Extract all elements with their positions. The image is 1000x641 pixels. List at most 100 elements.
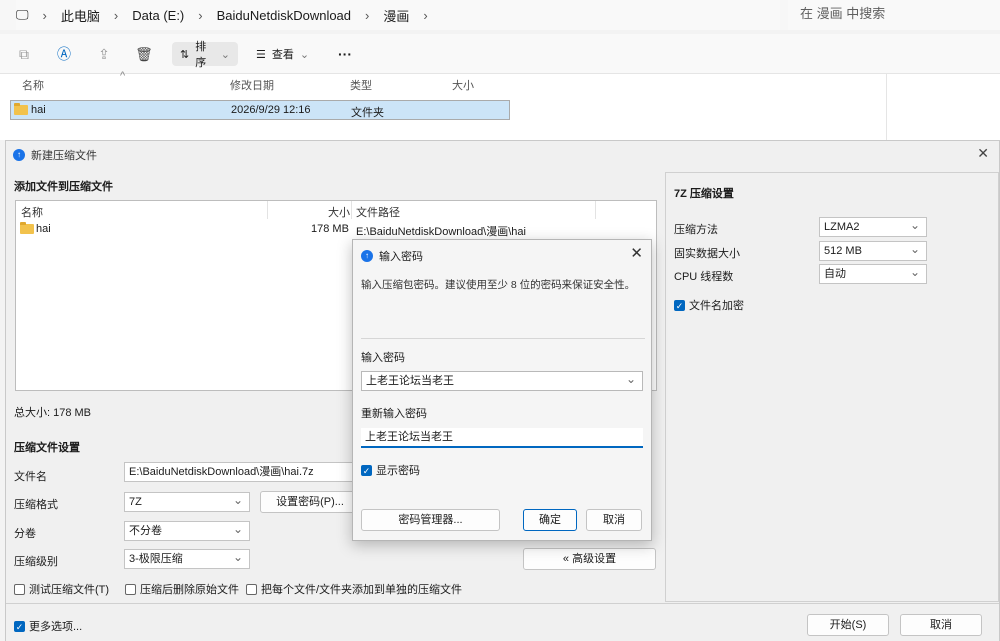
start-button[interactable]: 开始(S)	[807, 614, 889, 636]
explorer-toolbar: ⧉ Ⓐ ⇪ 🗑 ⇅ 排序 ⌄ ☰ 查看 ⌄ ···	[0, 34, 1000, 74]
method-label: 压缩方法	[674, 224, 718, 236]
view-label: 查看	[271, 49, 294, 61]
password-manager-button[interactable]: 密码管理器...	[361, 509, 500, 531]
solid-size-select[interactable]: 512 MB	[819, 240, 927, 261]
column-type[interactable]: 类型	[350, 77, 372, 93]
copy-icon[interactable]: ⧉	[14, 44, 34, 64]
cancel-button[interactable]: 取消	[586, 509, 642, 531]
ok-button[interactable]: 确定	[523, 509, 577, 531]
threads-select[interactable]: 自动	[819, 263, 927, 284]
breadcrumb-item-current[interactable]: 漫画	[383, 6, 409, 25]
more-options-checkbox[interactable]: ✓ 更多选项...	[14, 618, 82, 634]
filename-input[interactable]: E:\BaiduNetdiskDownload\漫画\hai.7z	[124, 462, 364, 482]
level-select[interactable]: 3-极限压缩	[124, 548, 250, 569]
reenter-password-input[interactable]: 上老王论坛当老王	[361, 428, 643, 448]
checkbox-label: 压缩后删除原始文件	[140, 584, 239, 596]
column-modified[interactable]: 修改日期	[230, 77, 274, 93]
item-modified: 2026/9/29 12:16	[231, 104, 311, 116]
breadcrumb-item-drive[interactable]: Data (E:)	[132, 8, 184, 23]
folder-icon	[20, 222, 34, 235]
view-icon: ☰	[256, 48, 266, 61]
details-pane	[886, 74, 1000, 140]
password-hint: 输入压缩包密码。建议使用至少 8 位的密码来保证安全性。	[361, 279, 636, 291]
total-size: 总大小: 178 MB	[14, 407, 92, 419]
file-column-name[interactable]: 名称	[21, 204, 43, 220]
method-select[interactable]: LZMA2	[819, 216, 927, 237]
rename-icon[interactable]: Ⓐ	[54, 44, 74, 64]
view-button[interactable]: ☰ 查看 ⌄	[248, 42, 318, 66]
app-icon: ↑	[13, 149, 25, 161]
test-archive-checkbox[interactable]: 测试压缩文件(T)	[14, 581, 109, 597]
breadcrumb-item-folder[interactable]: BaiduNetdiskDownload	[217, 8, 351, 23]
chevron-right-icon[interactable]: ›	[423, 8, 427, 23]
split-select[interactable]: 不分卷	[124, 520, 250, 541]
sort-icon: ⇅	[180, 48, 190, 61]
advanced-settings-button[interactable]: « 高级设置	[523, 548, 656, 570]
settings-heading: 压缩文件设置	[14, 442, 80, 454]
breadcrumb[interactable]: 🖵 › 此电脑 › Data (E:) › BaiduNetdiskDownlo…	[16, 0, 780, 30]
file-size: 178 MB	[311, 223, 349, 235]
check-icon: ✓	[361, 464, 372, 476]
encrypt-filenames-checkbox[interactable]: ✓ 文件名加密	[674, 297, 744, 313]
password-dialog: ↑ 输入密码 ✕ 输入压缩包密码。建议使用至少 8 位的密码来保证安全性。 输入…	[352, 239, 652, 541]
checkbox-label: 显示密码	[376, 465, 420, 477]
search-input[interactable]: 在 漫画 中搜索	[788, 0, 1000, 30]
close-icon[interactable]: ✕	[977, 145, 989, 162]
split-label: 分卷	[14, 528, 36, 540]
dialog-title: ↑ 新建压缩文件	[13, 147, 97, 163]
format-select[interactable]: 7Z	[124, 491, 250, 512]
show-password-checkbox[interactable]: ✓ 显示密码	[361, 462, 420, 478]
folder-icon	[14, 103, 28, 116]
chevron-right-icon: ›	[113, 7, 119, 23]
check-icon: ✓	[674, 299, 685, 311]
password-dialog-title-text: 输入密码	[379, 251, 423, 263]
sort-button[interactable]: ⇅ 排序 ⌄	[172, 41, 238, 69]
file-column-size[interactable]: 大小	[328, 204, 350, 220]
add-files-heading: 添加文件到压缩文件	[14, 181, 113, 193]
sort-label: 排序	[195, 41, 207, 69]
list-header: 名称 ^ 修改日期 类型 大小	[10, 70, 510, 94]
close-icon[interactable]: ✕	[630, 244, 643, 262]
checkbox-label: 测试压缩文件(T)	[29, 584, 110, 596]
column-divider	[267, 201, 268, 219]
sevenzip-settings-panel: 7Z 压缩设置 压缩方法 LZMA2 固实数据大小 512 MB CPU 线程数…	[665, 172, 999, 602]
address-bar: 🖵 › 此电脑 › Data (E:) › BaiduNetdiskDownlo…	[0, 0, 1000, 30]
enter-password-label: 输入密码	[361, 352, 405, 364]
computer-icon: 🖵	[16, 7, 29, 22]
level-label: 压缩级别	[14, 556, 58, 568]
file-list: 名称 ^ 修改日期 类型 大小 hai 2026/9/29 12:16 文件夹	[0, 70, 886, 140]
file-path: E:\BaiduNetdiskDownload\漫画\hai	[356, 226, 526, 238]
checkbox-label: 文件名加密	[689, 300, 744, 312]
delete-source-checkbox[interactable]: 压缩后删除原始文件	[125, 581, 239, 597]
cancel-button[interactable]: 取消	[900, 614, 982, 636]
divider	[361, 338, 645, 339]
column-divider	[351, 201, 352, 219]
set-password-button[interactable]: 设置密码(P)...	[260, 491, 360, 513]
column-size[interactable]: 大小	[452, 77, 474, 93]
solid-size-label: 固实数据大小	[674, 248, 740, 260]
chevron-down-icon: ⌄	[220, 48, 230, 61]
dialog-footer: ✓ 更多选项... 开始(S) 取消	[6, 603, 999, 641]
threads-label: CPU 线程数	[674, 271, 734, 283]
password-input[interactable]: 上老王论坛当老王	[361, 370, 643, 391]
chevron-right-icon: ›	[198, 7, 203, 23]
list-item[interactable]: hai 2026/9/29 12:16 文件夹	[10, 100, 510, 120]
checkbox-box	[125, 583, 136, 595]
sort-asc-icon: ^	[120, 70, 126, 82]
breadcrumb-item-pc[interactable]: 此电脑	[61, 6, 100, 25]
format-label: 压缩格式	[14, 499, 58, 511]
checkbox-box	[246, 583, 257, 595]
file-name: hai	[36, 223, 51, 235]
column-name[interactable]: 名称	[22, 77, 44, 93]
file-column-path[interactable]: 文件路径	[356, 204, 400, 220]
chevron-right-icon: ›	[42, 7, 47, 23]
share-icon[interactable]: ⇪	[94, 44, 114, 64]
item-name: hai	[31, 104, 46, 116]
check-icon: ✓	[14, 620, 25, 632]
chevron-right-icon: ›	[365, 7, 370, 23]
separate-archives-checkbox[interactable]: 把每个文件/文件夹添加到单独的压缩文件	[246, 581, 462, 597]
more-button[interactable]: ···	[330, 42, 354, 66]
app-icon: ↑	[361, 250, 373, 262]
dialog-title-text: 新建压缩文件	[31, 150, 97, 162]
delete-icon[interactable]: 🗑	[134, 44, 154, 64]
